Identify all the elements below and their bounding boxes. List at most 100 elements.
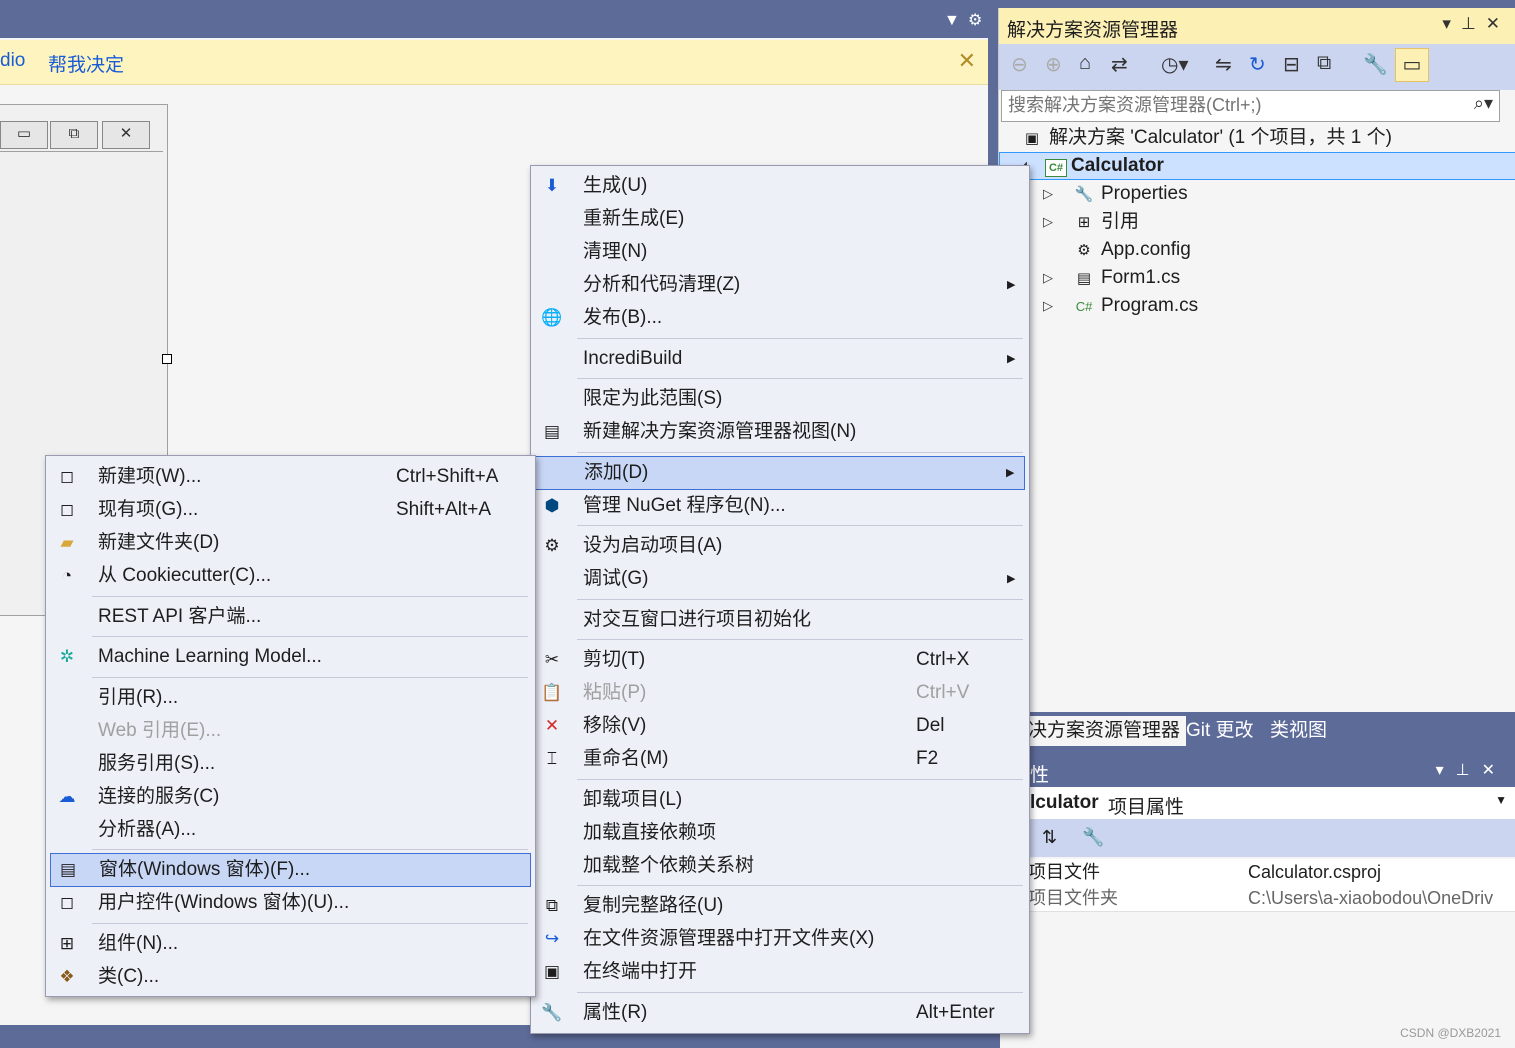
sort-alphabetical-icon[interactable]: ⇅ xyxy=(1042,827,1057,848)
menu-item-service-reference[interactable]: 服务引用(S)... xyxy=(46,748,533,780)
expand-icon[interactable]: ▷ xyxy=(1043,208,1053,236)
menu-item-existing-item[interactable]: ◻ 现有项(G)... Shift+Alt+A xyxy=(46,494,533,526)
close-icon[interactable]: ✕ xyxy=(1486,14,1510,33)
solution-label: 解决方案 'Calculator' (1 个项目，共 1 个) xyxy=(1049,127,1392,148)
dropdown-icon[interactable]: ▾ xyxy=(1442,14,1461,33)
watermark: CSDN @DXB2021 xyxy=(1400,1026,1501,1040)
tree-item-label: Form1.cs xyxy=(1101,267,1181,288)
tree-item-properties[interactable]: ▷ 🔧 Properties xyxy=(1043,180,1188,208)
search-input[interactable] xyxy=(1002,91,1470,119)
solution-search-box[interactable]: ⌕▾ xyxy=(1001,90,1500,122)
preview-icon[interactable]: ▭ xyxy=(1395,48,1429,82)
menu-item-unload[interactable]: 卸载项目(L) xyxy=(531,784,1027,816)
menu-item-analyzer[interactable]: 分析器(A)... xyxy=(46,814,533,846)
dropdown-icon[interactable]: ▾ xyxy=(1436,762,1456,779)
home-icon[interactable]: ⌂ xyxy=(1079,52,1091,75)
menu-item-clean[interactable]: 清理(N) xyxy=(531,236,1027,268)
panel-title: 性 xyxy=(1030,765,1050,786)
tab-class-view[interactable]: 类视图 xyxy=(1264,716,1333,746)
property-row[interactable]: 项目文件夹 C:\Users\a-xiaobodou\OneDriv xyxy=(1000,885,1515,912)
menu-item-build[interactable]: ⬇ 生成(U) xyxy=(531,170,1027,202)
pending-changes-icon[interactable]: ◷▾ xyxy=(1161,52,1189,77)
search-icon[interactable]: ⌕▾ xyxy=(1474,93,1493,114)
forward-icon[interactable]: ⊕ xyxy=(1045,52,1062,77)
collapse-all-icon[interactable]: ⊟ xyxy=(1283,52,1300,77)
menu-item-user-control[interactable]: ◻ 用户控件(Windows 窗体)(U)... xyxy=(46,887,533,919)
menu-item-new-view[interactable]: ▤ 新建解决方案资源管理器视图(N) xyxy=(531,416,1027,448)
info-bar-text: dio xyxy=(0,50,26,71)
menu-item-nuget[interactable]: ⬢ 管理 NuGet 程序包(N)... xyxy=(531,490,1027,522)
gear-icon[interactable]: ⚙ xyxy=(968,10,982,30)
switch-views-icon[interactable]: ⇄ xyxy=(1111,52,1128,77)
help-me-decide-link[interactable]: 帮我决定 xyxy=(48,50,124,77)
expand-icon[interactable]: ▷ xyxy=(1043,180,1053,208)
menu-item-rebuild[interactable]: 重新生成(E) xyxy=(531,203,1027,235)
menu-item-component[interactable]: ⊞ 组件(N)... xyxy=(46,928,533,960)
menu-item-new-item[interactable]: ◻ 新建项(W)... Ctrl+Shift+A xyxy=(46,461,533,493)
menu-item-new-folder[interactable]: ▰ 新建文件夹(D) xyxy=(46,527,533,559)
expand-icon[interactable]: ▷ xyxy=(1043,292,1053,320)
tree-item-form1[interactable]: ▷ ▤ Form1.cs xyxy=(1043,264,1180,292)
copy-icon: ⧉ xyxy=(545,896,559,915)
menu-item-paste[interactable]: 📋 粘贴(P) Ctrl+V xyxy=(531,677,1027,709)
menu-item-analyze[interactable]: 分析和代码清理(Z) ▶ xyxy=(531,269,1027,301)
expand-icon[interactable]: ▷ xyxy=(1043,264,1053,292)
wrench-icon[interactable]: 🔧 xyxy=(1082,827,1104,848)
menu-item-cut[interactable]: ✂ 剪切(T) Ctrl+X xyxy=(531,644,1027,676)
tree-item-references[interactable]: ▷ ⊞ 引用 xyxy=(1043,208,1139,236)
scissors-icon: ✂ xyxy=(544,650,560,669)
menu-item-copy-path[interactable]: ⧉ 复制完整路径(U) xyxy=(531,890,1027,922)
project-node[interactable]: ◢ C#Calculator xyxy=(1017,152,1164,180)
menu-item-reference[interactable]: 引用(R)... xyxy=(46,682,533,714)
references-icon: ⊞ xyxy=(1077,214,1091,231)
pin-icon[interactable]: ⊥ xyxy=(1456,762,1482,779)
wrench-icon[interactable]: 🔧 xyxy=(1363,52,1388,77)
menu-item-debug[interactable]: 调试(G) ▶ xyxy=(531,563,1027,595)
menu-item-windows-form[interactable]: ▤ 窗体(Windows 窗体)(F)... xyxy=(50,853,531,887)
menu-item-web-reference[interactable]: Web 引用(E)... xyxy=(46,715,533,747)
tree-item-program[interactable]: ▷ C# Program.cs xyxy=(1043,292,1198,320)
menu-item-class[interactable]: ❖ 类(C)... xyxy=(46,961,533,993)
tab-solution-explorer[interactable]: 决方案资源管理器 xyxy=(1022,716,1187,746)
menu-item-add[interactable]: 添加(D) ▶ xyxy=(535,456,1025,490)
back-icon[interactable]: ⊖ xyxy=(1011,52,1028,77)
solution-explorer-tabs: 决方案资源管理器 Git 更改 类视图 xyxy=(1000,712,1515,755)
menu-item-load-tree[interactable]: 加载整个依赖关系树 xyxy=(531,850,1027,882)
solution-node[interactable]: ▣ 解决方案 'Calculator' (1 个项目，共 1 个) xyxy=(1019,124,1392,152)
refresh-icon[interactable]: ↻ xyxy=(1249,52,1266,77)
property-row[interactable]: 项目文件 Calculator.csproj xyxy=(1000,859,1515,886)
existing-item-icon: ◻ xyxy=(59,500,75,519)
menu-item-load-direct[interactable]: 加载直接依赖项 xyxy=(531,817,1027,849)
menu-item-rename[interactable]: ⌶ 重命名(M) F2 xyxy=(531,743,1027,775)
menu-separator xyxy=(577,779,1023,780)
close-icon[interactable]: ✕ xyxy=(1482,762,1507,779)
submenu-arrow-icon: ▶ xyxy=(1007,353,1016,365)
menu-item-cookiecutter[interactable]: ◔ 从 Cookiecutter(C)... xyxy=(46,560,533,592)
sync-icon[interactable]: ⇋ xyxy=(1215,52,1232,77)
property-key: 项目文件夹 xyxy=(1028,888,1118,908)
menu-item-properties[interactable]: 🔧 属性(R) Alt+Enter xyxy=(531,997,1027,1029)
resize-handle[interactable] xyxy=(162,354,172,364)
menu-item-rest-api[interactable]: REST API 客户端... xyxy=(46,601,533,633)
menu-item-incredibuild[interactable]: IncrediBuild ▶ xyxy=(531,343,1027,375)
pin-icon[interactable]: ⊥ xyxy=(1461,14,1486,33)
tree-item-app-config[interactable]: ⚙ App.config xyxy=(1043,236,1191,264)
menu-item-set-startup[interactable]: ⚙ 设为启动项目(A) xyxy=(531,530,1027,562)
tab-git-changes[interactable]: Git 更改 xyxy=(1180,716,1260,746)
object-selector[interactable]: lculator 项目属性 ▼ xyxy=(1000,787,1515,820)
menu-item-remove[interactable]: ✕ 移除(V) Del xyxy=(531,710,1027,742)
windows-form-icon: ▤ xyxy=(59,860,77,879)
property-value: C:\Users\a-xiaobodou\OneDriv xyxy=(1248,888,1494,908)
menu-item-interactive-init[interactable]: 对交互窗口进行项目初始化 xyxy=(531,604,1027,636)
menu-item-open-terminal[interactable]: ▣ 在终端中打开 xyxy=(531,956,1027,988)
close-icon[interactable]: ✕ xyxy=(958,48,976,74)
menu-separator xyxy=(577,639,1023,640)
menu-item-connected-service[interactable]: ☁ 连接的服务(C) xyxy=(46,781,533,813)
menu-item-open-folder[interactable]: ↪ 在文件资源管理器中打开文件夹(X) xyxy=(531,923,1027,955)
chevron-down-icon[interactable]: ▼ xyxy=(1495,793,1507,807)
menu-item-scope-to-this[interactable]: 限定为此范围(S) xyxy=(531,383,1027,415)
menu-item-ml-model[interactable]: ✲ Machine Learning Model... xyxy=(46,641,533,673)
show-all-files-icon[interactable]: ⧉ xyxy=(1317,52,1331,75)
menu-item-publish[interactable]: 🌐 发布(B)... xyxy=(531,302,1027,334)
dropdown-icon[interactable]: ▼ xyxy=(944,12,960,30)
